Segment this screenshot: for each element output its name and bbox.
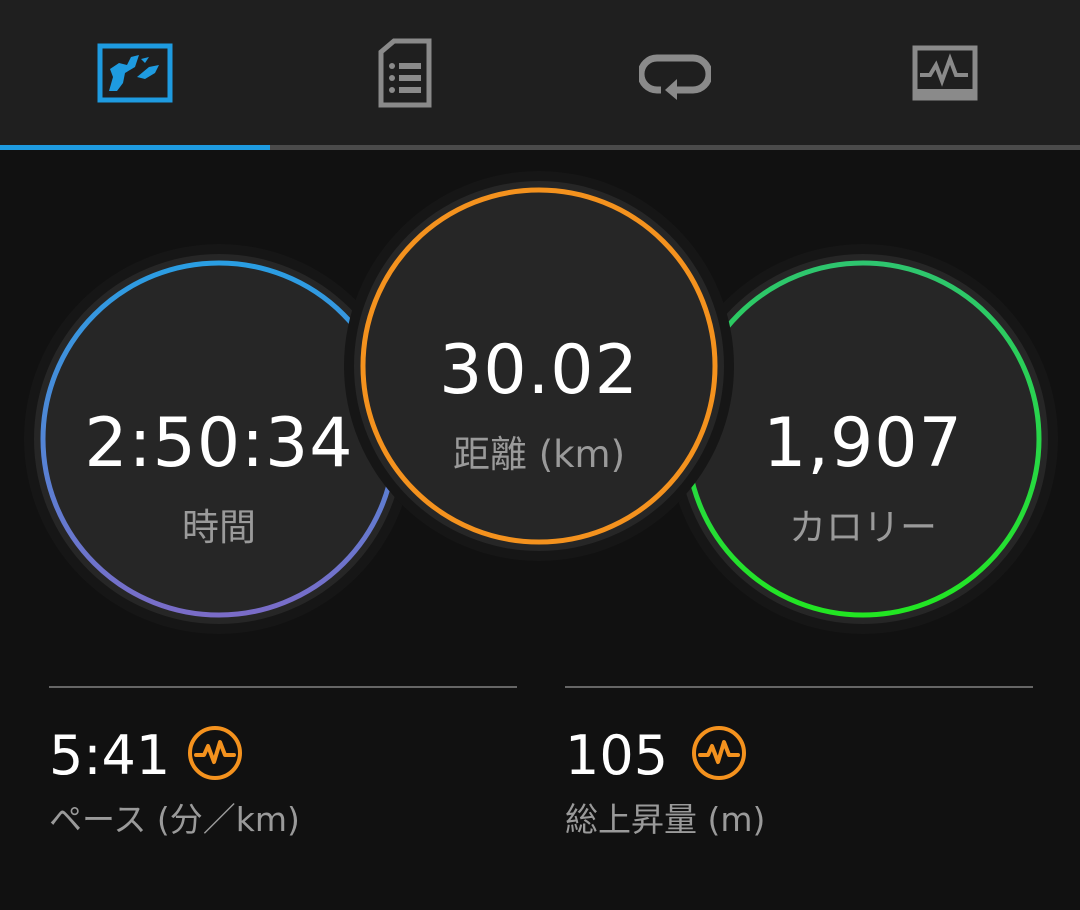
elevation-label: 総上昇量 (m) — [565, 800, 766, 839]
pace-label: ペース (分／km) — [49, 800, 300, 839]
distance-ring: 30.02 距離 (km) — [354, 181, 724, 551]
distance-label: 距離 (km) — [452, 433, 626, 476]
pace-divider — [49, 686, 517, 688]
pace-pulse-icon — [188, 726, 242, 780]
tab-active-indicator — [0, 145, 270, 150]
time-ring: 2:50:34 時間 — [34, 254, 404, 624]
calories-label: カロリー — [789, 506, 937, 549]
elevation-value: 105 — [565, 724, 669, 787]
laps-loop-icon — [639, 54, 711, 100]
elevation-divider — [565, 686, 1033, 688]
document-list-icon — [378, 38, 432, 107]
tab-bar — [0, 0, 1080, 150]
pace-value: 5:41 — [49, 724, 171, 787]
time-value: 2:50:34 — [84, 404, 354, 483]
tab-details[interactable] — [270, 0, 540, 145]
map-icon — [97, 43, 173, 102]
graph-monitor-icon — [912, 45, 978, 100]
calories-ring: 1,907 カロリー — [678, 254, 1048, 624]
tab-map[interactable] — [0, 0, 270, 145]
calories-value: 1,907 — [763, 404, 963, 483]
distance-value: 30.02 — [439, 331, 639, 410]
time-label: 時間 — [182, 506, 256, 549]
tab-charts[interactable] — [810, 0, 1080, 145]
elevation-pulse-icon — [692, 726, 746, 780]
tab-laps[interactable] — [540, 0, 810, 145]
